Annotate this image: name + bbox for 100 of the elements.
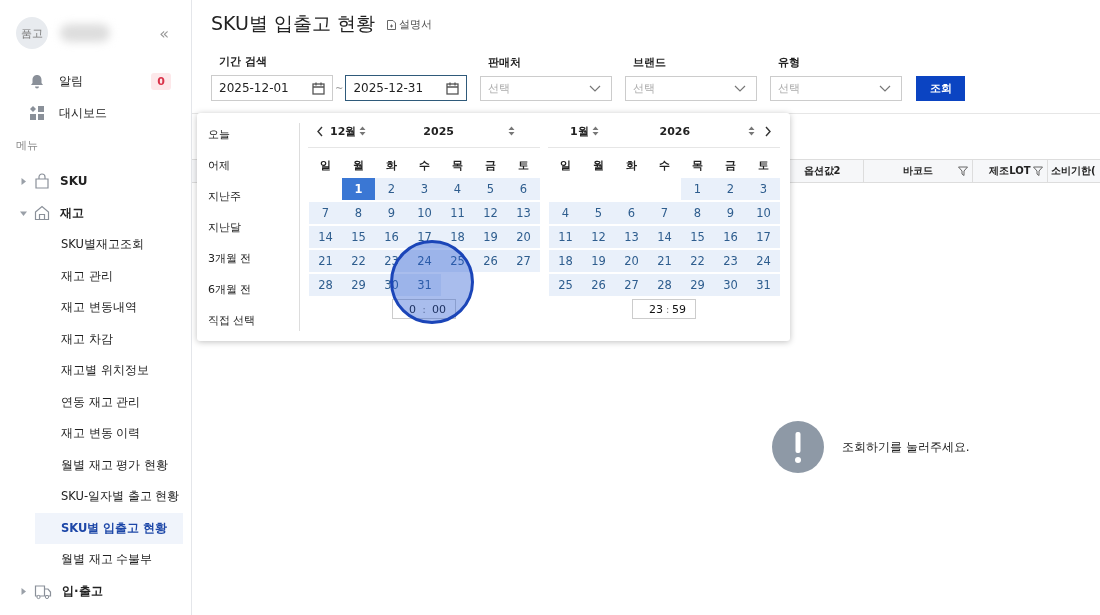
- preset-option[interactable]: 지난주: [208, 185, 299, 216]
- submenu-item[interactable]: 재고 관리: [35, 260, 183, 292]
- submenu-item[interactable]: 월별 재고 수불부: [35, 544, 183, 576]
- calendar-day[interactable]: 30: [714, 274, 747, 296]
- preset-option[interactable]: 직접 선택: [208, 309, 299, 340]
- menu-group[interactable]: 입·출고: [0, 575, 191, 608]
- search-button[interactable]: 조회: [916, 76, 966, 101]
- preset-option[interactable]: 3개월 전: [208, 247, 299, 278]
- calendar-day[interactable]: 26: [582, 274, 615, 296]
- calendar-day[interactable]: 15: [342, 226, 375, 248]
- calendar-day[interactable]: 1: [342, 178, 375, 200]
- calendar-day[interactable]: 11: [549, 226, 582, 248]
- calendar-day[interactable]: 22: [342, 250, 375, 272]
- submenu-item[interactable]: 재고 차감: [35, 323, 183, 355]
- calendar-day[interactable]: 6: [507, 178, 540, 200]
- calendar-day[interactable]: 23: [714, 250, 747, 272]
- calendar-day[interactable]: 14: [309, 226, 342, 248]
- manual-link[interactable]: 설명서: [387, 18, 432, 32]
- calendar-day[interactable]: 20: [507, 226, 540, 248]
- submenu-item[interactable]: 재고 변동내역: [35, 292, 183, 324]
- calendar-day[interactable]: 7: [309, 202, 342, 224]
- year-dropdown[interactable]: 2025: [369, 124, 508, 138]
- calendar-day[interactable]: 25: [549, 274, 582, 296]
- calendar-day[interactable]: 27: [615, 274, 648, 296]
- submenu-item[interactable]: 재고별 위치정보: [35, 355, 183, 387]
- calendar-day[interactable]: 17: [747, 226, 780, 248]
- submenu-item[interactable]: 재고 변동 이력: [35, 418, 183, 450]
- calendar-day[interactable]: 10: [408, 202, 441, 224]
- calendar-day[interactable]: 24: [408, 250, 441, 272]
- calendar-day[interactable]: 26: [474, 250, 507, 272]
- calendar-day[interactable]: 10: [747, 202, 780, 224]
- time-field[interactable]: 0 : 00: [392, 299, 456, 319]
- calendar-day[interactable]: 25: [441, 250, 474, 272]
- calendar-day[interactable]: 4: [441, 178, 474, 200]
- calendar-day[interactable]: 1: [681, 178, 714, 200]
- calendar-day[interactable]: 17: [408, 226, 441, 248]
- calendar-day[interactable]: 31: [747, 274, 780, 296]
- submenu-item[interactable]: SKU-일자별 출고 현황: [35, 481, 183, 513]
- filter-icon[interactable]: [1033, 166, 1043, 176]
- calendar-day[interactable]: 29: [342, 274, 375, 296]
- filter-label: 기간 검색: [219, 54, 268, 69]
- previous-icon[interactable]: [316, 125, 324, 137]
- calendar-day[interactable]: 29: [681, 274, 714, 296]
- house-icon: [34, 205, 50, 221]
- calendar-day[interactable]: 22: [681, 250, 714, 272]
- calendar-day[interactable]: 9: [714, 202, 747, 224]
- calendar-day[interactable]: 6: [615, 202, 648, 224]
- calendar-day[interactable]: 7: [648, 202, 681, 224]
- calendar-day[interactable]: 3: [408, 178, 441, 200]
- calendar-day[interactable]: 12: [474, 202, 507, 224]
- end-date-field[interactable]: 2025-12-31: [345, 75, 468, 101]
- calendar-day[interactable]: 16: [375, 226, 408, 248]
- month-dropdown[interactable]: 1월: [570, 123, 589, 139]
- avatar[interactable]: 품고: [16, 17, 48, 49]
- calendar-day[interactable]: 21: [648, 250, 681, 272]
- calendar-day[interactable]: 24: [747, 250, 780, 272]
- calendar-day[interactable]: 19: [474, 226, 507, 248]
- calendar-day[interactable]: 15: [681, 226, 714, 248]
- calendar-day[interactable]: 28: [648, 274, 681, 296]
- calendar-day[interactable]: 18: [441, 226, 474, 248]
- calendar-day[interactable]: 20: [615, 250, 648, 272]
- calendar-day[interactable]: 12: [582, 226, 615, 248]
- calendar-day[interactable]: 16: [714, 226, 747, 248]
- calendar-day[interactable]: 14: [648, 226, 681, 248]
- calendar-day[interactable]: 13: [615, 226, 648, 248]
- calendar-day[interactable]: 3: [747, 178, 780, 200]
- calendar-day[interactable]: 8: [681, 202, 714, 224]
- calendar-day[interactable]: 4: [549, 202, 582, 224]
- time-field[interactable]: 23 : 59: [632, 299, 696, 319]
- calendar-day[interactable]: 11: [441, 202, 474, 224]
- preset-option[interactable]: 지난달: [208, 216, 299, 247]
- filter-icon[interactable]: [958, 166, 968, 176]
- menu-group[interactable]: SKU: [0, 165, 191, 197]
- calendar-day[interactable]: 5: [474, 178, 507, 200]
- next-icon[interactable]: [764, 125, 772, 137]
- calendar-day[interactable]: 2: [714, 178, 747, 200]
- submenu-item[interactable]: 연동 재고 관리: [35, 386, 183, 418]
- preset-option[interactable]: 오늘: [208, 123, 299, 154]
- submenu-item[interactable]: SKU별재고조회: [35, 229, 183, 261]
- calendar-day[interactable]: 28: [309, 274, 342, 296]
- nav-item[interactable]: 대시보드: [0, 97, 191, 129]
- submenu-item[interactable]: 월별 재고 평가 현황: [35, 449, 183, 481]
- calendar-day[interactable]: 2: [375, 178, 408, 200]
- calendar-day[interactable]: 8: [342, 202, 375, 224]
- month-dropdown[interactable]: 12월: [330, 123, 357, 139]
- calendar-day[interactable]: 13: [507, 202, 540, 224]
- calendar-day[interactable]: 18: [549, 250, 582, 272]
- nav-item[interactable]: 알림 0: [0, 65, 191, 97]
- calendar-day[interactable]: 9: [375, 202, 408, 224]
- submenu-item[interactable]: SKU별 입출고 현황: [35, 512, 183, 544]
- calendar-day[interactable]: 31: [408, 274, 441, 296]
- menu-group[interactable]: 재고: [0, 197, 191, 229]
- preset-option[interactable]: 어제: [208, 154, 299, 185]
- calendar-day[interactable]: 5: [582, 202, 615, 224]
- calendar-day[interactable]: 21: [309, 250, 342, 272]
- calendar-day[interactable]: 19: [582, 250, 615, 272]
- preset-option[interactable]: 6개월 전: [208, 278, 299, 309]
- calendar-day[interactable]: 27: [507, 250, 540, 272]
- year-dropdown[interactable]: 2026: [601, 124, 748, 138]
- start-date-field[interactable]: 2025-12-01: [211, 75, 333, 101]
